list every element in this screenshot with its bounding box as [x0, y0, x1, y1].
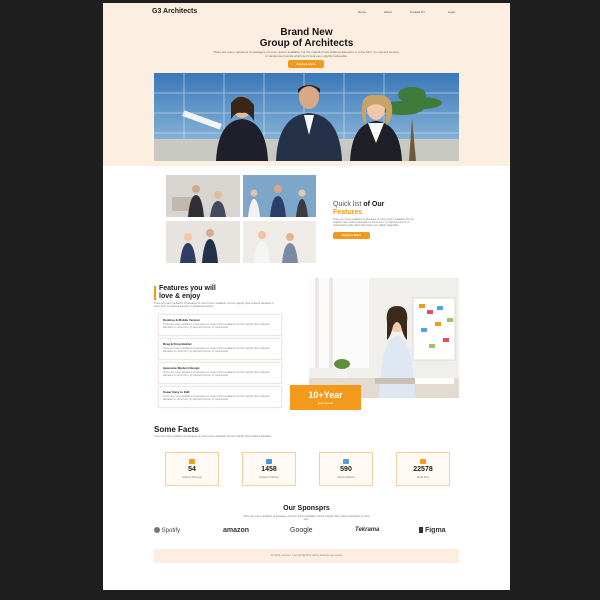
spotify-icon	[154, 527, 160, 533]
facts-intro: There are many variations of passages of…	[154, 435, 272, 438]
sponsors-intro: There are many variations of passages of…	[243, 515, 370, 521]
footer-text: All rights reserved. Copyright@2023 star…	[270, 554, 343, 557]
fact-label: Clients Worked	[337, 476, 355, 479]
hero-title-line1: Brand New	[280, 27, 333, 38]
quick-title-c: Features	[333, 209, 363, 216]
feature-card-desc: There are many variations of passages of…	[163, 347, 270, 353]
quick-title-b: of Our	[363, 201, 385, 208]
feature-card[interactable]: Awesome Modern Design There are many var…	[158, 362, 282, 384]
quick-list-text: There are many variations of passages of…	[333, 218, 414, 227]
fact-number: 1458	[261, 466, 277, 473]
fact-card: 590 Clients Worked	[319, 452, 373, 486]
quick-title-a: Quick list	[333, 201, 362, 208]
nav-link-home[interactable]: Home	[358, 10, 366, 14]
fact-card: 22578 Email Sent	[396, 452, 450, 486]
feature-card-title: Drag & Drop Builder	[163, 342, 192, 346]
experience-badge: 10+Year Experience	[290, 385, 361, 410]
feature-card-desc: There are many variations of passages of…	[163, 371, 270, 377]
sponsor-logo-amazon[interactable]: amazon	[223, 527, 249, 534]
trophy-icon	[189, 459, 195, 464]
fact-label: Awards Winnings	[182, 476, 202, 479]
features-office-photo	[309, 278, 459, 398]
quick-list-title: Quick list of Our	[333, 201, 384, 208]
hero-explore-button[interactable]: Explore More	[288, 60, 324, 68]
quick-explore-button[interactable]: Explore More	[333, 232, 370, 239]
mail-icon	[420, 459, 426, 464]
fact-number: 54	[188, 466, 196, 473]
footer: All rights reserved. Copyright@2023 star…	[154, 549, 459, 563]
quick-list-photo-grid	[166, 175, 316, 263]
fact-card: 1458 Projects Finished	[242, 452, 296, 486]
feature-card[interactable]: Super Easy to Edit There are many variat…	[158, 386, 282, 408]
nav-link-contact[interactable]: Contact Us	[410, 10, 425, 14]
features-title-line2: love & enjoy	[159, 293, 201, 300]
experience-label: Experience	[317, 401, 333, 405]
fact-card: 54 Awards Winnings	[165, 452, 219, 486]
sponsor-logo-tekrama[interactable]: Tekrama	[355, 527, 379, 533]
feature-card-title: Awesome Modern Design	[163, 366, 200, 370]
nav-link-about[interactable]: About	[384, 10, 392, 14]
fact-label: Email Sent	[416, 476, 430, 479]
hero-subtitle: There are many variations of passages of…	[213, 50, 400, 58]
hero-team-photo	[154, 73, 459, 161]
fact-number: 22578	[413, 466, 433, 473]
top-nav: G3 Architects Home About Contact Us Logi…	[103, 3, 510, 21]
brand-logo[interactable]: G3 Architects	[152, 8, 197, 15]
landing-page: G3 Architects Home About Contact Us Logi…	[103, 3, 510, 590]
sponsors-title: Our Sponsprs	[283, 505, 330, 512]
briefcase-icon	[266, 459, 272, 464]
hero-title-line2: Group of Architects	[259, 38, 354, 49]
feature-card-title: Super Easy to Edit	[163, 390, 190, 394]
feature-card[interactable]: Desktop & Mobile Version There are many …	[158, 314, 282, 336]
feature-card-desc: There are many variations of passages of…	[163, 323, 270, 329]
nav-link-login[interactable]: Login	[448, 10, 455, 14]
feature-card[interactable]: Drag & Drop Builder There are many varia…	[158, 338, 282, 360]
feature-card-title: Desktop & Mobile Version	[163, 318, 200, 322]
fact-number: 590	[340, 466, 352, 473]
sponsor-name: Spotify	[161, 528, 181, 534]
users-icon	[343, 459, 349, 464]
features-accent-bar	[154, 286, 156, 300]
sponsor-logo-google[interactable]: Google	[290, 527, 313, 534]
figma-icon	[419, 527, 423, 533]
facts-title: Some Facts	[154, 425, 199, 434]
features-intro: There are many variations of passages of…	[154, 302, 274, 308]
features-title-line1: Features you will	[159, 285, 216, 292]
sponsor-logo-spotify[interactable]: Spotify	[154, 527, 180, 534]
experience-number: 10+Year	[308, 390, 343, 400]
fact-label: Projects Finished	[259, 476, 279, 479]
sponsor-logo-figma[interactable]: Figma	[419, 527, 446, 534]
feature-card-desc: There are many variations of passages of…	[163, 395, 270, 401]
sponsor-name: Figma	[424, 527, 446, 534]
